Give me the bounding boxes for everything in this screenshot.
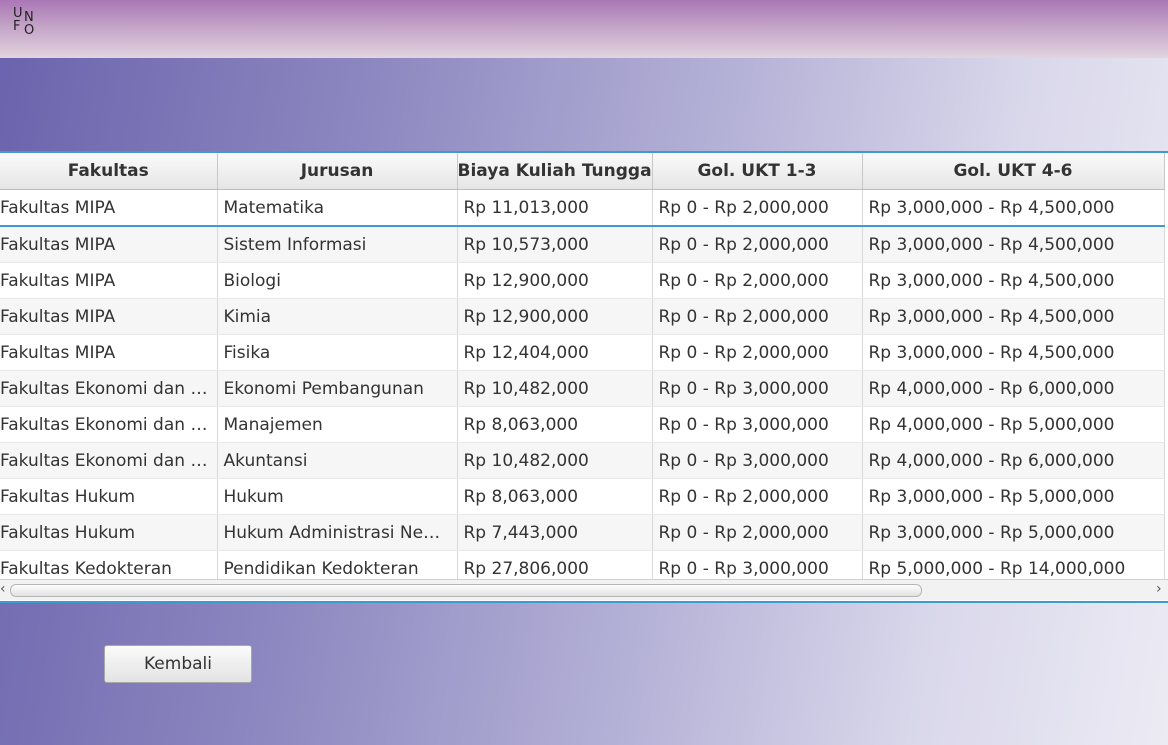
chevron-right-icon[interactable]: › xyxy=(1156,581,1162,597)
column-header-jurusan[interactable]: Jurusan xyxy=(217,153,458,190)
ukt-table: Fakultas Jurusan Biaya Kuliah Tunggal Go… xyxy=(0,153,1165,587)
cell-gol-ukt-4-6: Rp 4,000,000 - Rp 6,000,000 xyxy=(862,442,1165,479)
cell-biaya-kuliah-tunggal: Rp 10,573,000 xyxy=(457,226,653,263)
table-row[interactable]: Fakultas MIPA Kimia Rp 12,900,000 Rp 0 - Rp… xyxy=(0,298,1165,335)
table-header-row: Fakultas Jurusan Biaya Kuliah Tunggal Go… xyxy=(0,153,1165,190)
top-header-bar: U N F O xyxy=(0,0,1168,58)
cell-jurusan: Matematika xyxy=(217,189,458,227)
cell-biaya-kuliah-tunggal: Rp 10,482,000 xyxy=(457,370,653,407)
table-row[interactable]: Fakultas Hukum Hukum Administrasi Negara R… xyxy=(0,514,1165,551)
ukt-table-view[interactable]: Fakultas Jurusan Biaya Kuliah Tunggal Go… xyxy=(0,151,1168,603)
cell-fakultas: Fakultas MIPA xyxy=(0,298,218,335)
cell-jurusan: Hukum Administrasi Negara xyxy=(217,514,458,551)
unfo-logo: U N F O xyxy=(13,7,41,44)
cell-fakultas: Fakultas MIPA xyxy=(0,262,218,299)
table-row[interactable]: Fakultas MIPA Sistem Informasi Rp 10,573,0… xyxy=(0,226,1165,263)
table-row[interactable]: Fakultas MIPA Biologi Rp 12,900,000 Rp 0 - … xyxy=(0,262,1165,299)
cell-gol-ukt-4-6: Rp 3,000,000 - Rp 4,500,000 xyxy=(862,298,1165,335)
table-row[interactable]: Fakultas Ekonomi dan Bi... Ekonomi Pemban… xyxy=(0,370,1165,407)
cell-gol-ukt-4-6: Rp 3,000,000 - Rp 4,500,000 xyxy=(862,334,1165,371)
cell-jurusan: Sistem Informasi xyxy=(217,226,458,263)
cell-fakultas: Fakultas MIPA xyxy=(0,334,218,371)
cell-fakultas: Fakultas MIPA xyxy=(0,189,218,227)
cell-gol-ukt-4-6: Rp 3,000,000 - Rp 4,500,000 xyxy=(862,262,1165,299)
cell-gol-ukt-1-3: Rp 0 - Rp 2,000,000 xyxy=(652,298,863,335)
cell-jurusan: Fisika xyxy=(217,334,458,371)
cell-jurusan: Ekonomi Pembangunan xyxy=(217,370,458,407)
table-row[interactable]: Fakultas Ekonomi dan Bi... Manajemen Rp 8,… xyxy=(0,406,1165,443)
cell-gol-ukt-1-3: Rp 0 - Rp 3,000,000 xyxy=(652,442,863,479)
cell-fakultas: Fakultas Ekonomi dan Bi... xyxy=(0,442,218,479)
cell-jurusan: Manajemen xyxy=(217,406,458,443)
cell-gol-ukt-1-3: Rp 0 - Rp 2,000,000 xyxy=(652,189,863,227)
cell-jurusan: Akuntansi xyxy=(217,442,458,479)
chevron-left-icon[interactable]: ‹ xyxy=(0,581,6,597)
cell-fakultas: Fakultas Ekonomi dan Bi... xyxy=(0,406,218,443)
cell-gol-ukt-1-3: Rp 0 - Rp 2,000,000 xyxy=(652,478,863,515)
kembali-button[interactable]: Kembali xyxy=(104,645,252,683)
cell-gol-ukt-1-3: Rp 0 - Rp 3,000,000 xyxy=(652,406,863,443)
column-header-gol-ukt-4-6[interactable]: Gol. UKT 4-6 xyxy=(862,153,1165,190)
cell-jurusan: Biologi xyxy=(217,262,458,299)
cell-biaya-kuliah-tunggal: Rp 10,482,000 xyxy=(457,442,653,479)
cell-gol-ukt-1-3: Rp 0 - Rp 2,000,000 xyxy=(652,262,863,299)
cell-biaya-kuliah-tunggal: Rp 8,063,000 xyxy=(457,406,653,443)
cell-gol-ukt-4-6: Rp 3,000,000 - Rp 5,000,000 xyxy=(862,478,1165,515)
cell-gol-ukt-4-6: Rp 4,000,000 - Rp 6,000,000 xyxy=(862,370,1165,407)
column-header-fakultas[interactable]: Fakultas xyxy=(0,153,218,190)
table-row[interactable]: Fakultas Ekonomi dan Bi... Akuntansi Rp 10… xyxy=(0,442,1165,479)
logo-letter-f: F xyxy=(13,19,21,34)
cell-gol-ukt-4-6: Rp 3,000,000 - Rp 4,500,000 xyxy=(862,226,1165,263)
cell-gol-ukt-1-3: Rp 0 - Rp 3,000,000 xyxy=(652,370,863,407)
cell-biaya-kuliah-tunggal: Rp 8,063,000 xyxy=(457,478,653,515)
cell-fakultas: Fakultas Hukum xyxy=(0,478,218,515)
cell-gol-ukt-1-3: Rp 0 - Rp 2,000,000 xyxy=(652,514,863,551)
scrollbar-thumb[interactable] xyxy=(10,584,922,597)
cell-fakultas: Fakultas MIPA xyxy=(0,226,218,263)
cell-biaya-kuliah-tunggal: Rp 11,013,000 xyxy=(457,189,653,227)
column-header-gol-ukt-1-3[interactable]: Gol. UKT 1-3 xyxy=(652,153,863,190)
cell-gol-ukt-1-3: Rp 0 - Rp 2,000,000 xyxy=(652,226,863,263)
column-header-biaya-kuliah-tunggal[interactable]: Biaya Kuliah Tunggal xyxy=(457,153,653,190)
cell-gol-ukt-1-3: Rp 0 - Rp 2,000,000 xyxy=(652,334,863,371)
horizontal-scrollbar[interactable]: ‹ › xyxy=(0,579,1168,600)
cell-gol-ukt-4-6: Rp 3,000,000 - Rp 5,000,000 xyxy=(862,514,1165,551)
table-row[interactable]: Fakultas MIPA Fisika Rp 12,404,000 Rp 0 - R… xyxy=(0,334,1165,371)
cell-biaya-kuliah-tunggal: Rp 7,443,000 xyxy=(457,514,653,551)
cell-fakultas: Fakultas Hukum xyxy=(0,514,218,551)
cell-jurusan: Hukum xyxy=(217,478,458,515)
cell-gol-ukt-4-6: Rp 4,000,000 - Rp 5,000,000 xyxy=(862,406,1165,443)
table-row[interactable]: Fakultas MIPA Matematika Rp 11,013,000 Rp 0… xyxy=(0,189,1165,227)
cell-gol-ukt-4-6: Rp 3,000,000 - Rp 4,500,000 xyxy=(862,189,1165,227)
logo-letter-o: O xyxy=(24,23,35,38)
cell-biaya-kuliah-tunggal: Rp 12,900,000 xyxy=(457,298,653,335)
cell-jurusan: Kimia xyxy=(217,298,458,335)
cell-biaya-kuliah-tunggal: Rp 12,404,000 xyxy=(457,334,653,371)
table-row[interactable]: Fakultas Hukum Hukum Rp 8,063,000 Rp 0 - Rp… xyxy=(0,478,1165,515)
cell-fakultas: Fakultas Ekonomi dan Bi... xyxy=(0,370,218,407)
cell-biaya-kuliah-tunggal: Rp 12,900,000 xyxy=(457,262,653,299)
